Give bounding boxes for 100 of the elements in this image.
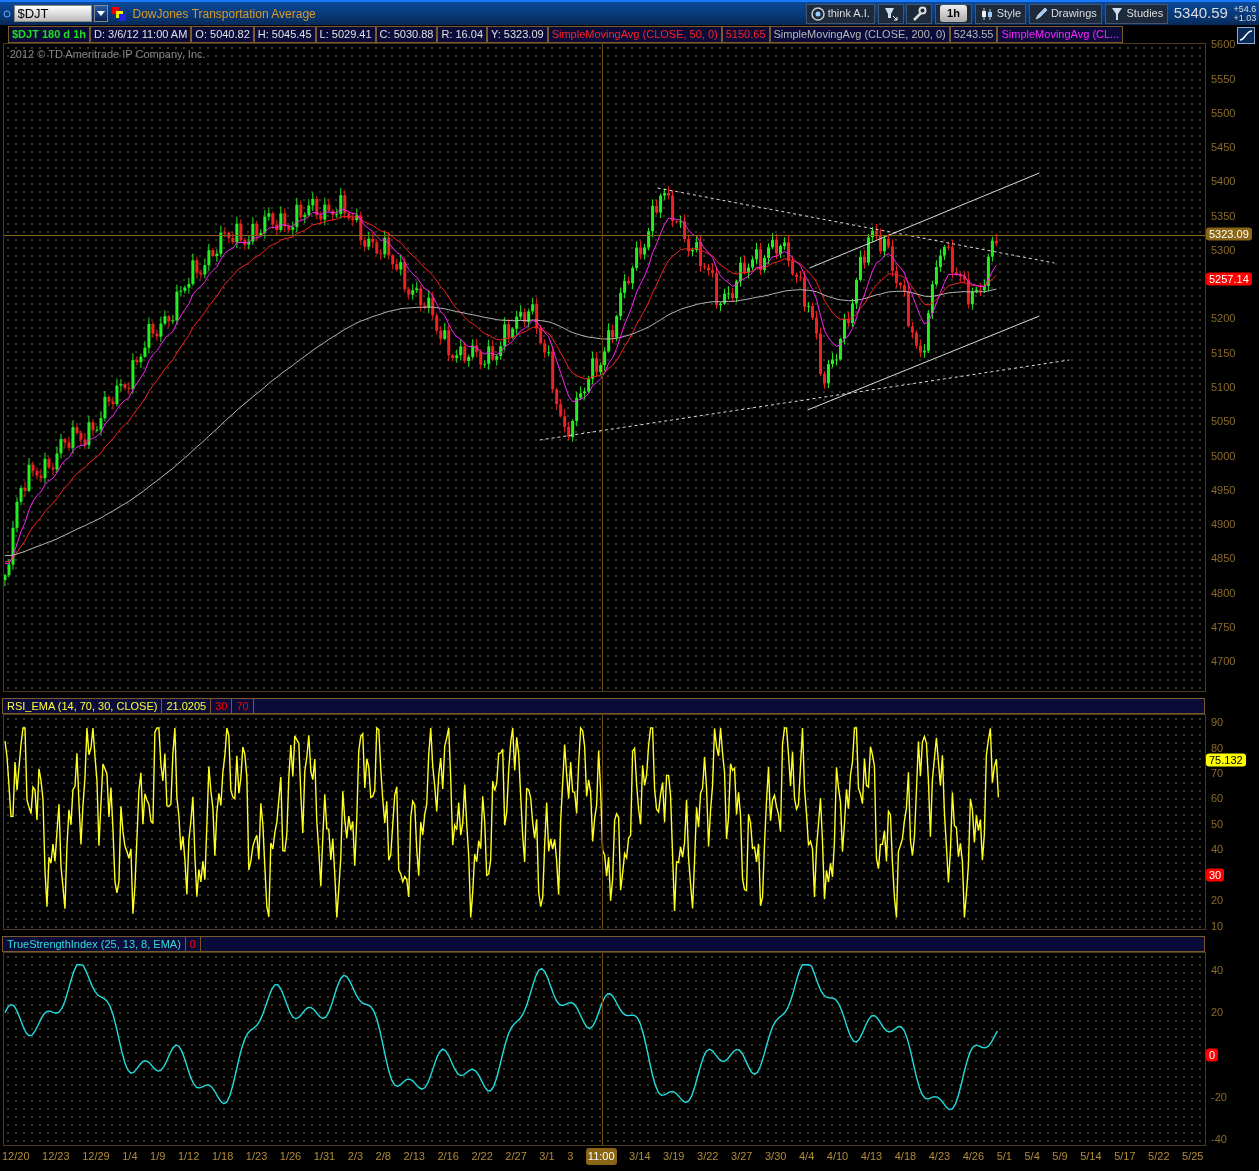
quote-value: H: 5045.45	[253, 26, 316, 43]
date-label: 2/16	[437, 1149, 459, 1165]
target-icon	[810, 6, 825, 21]
date-label: 4/10	[826, 1149, 849, 1165]
date-label: 4/4	[798, 1149, 815, 1165]
studies-button[interactable]: Studies	[1104, 3, 1169, 24]
chart-symbol-text: $DJT 180 d 1h	[8, 26, 90, 43]
axis-label: 70	[1211, 767, 1224, 779]
axis-label: 5450	[1211, 141, 1236, 154]
axis-label: 10	[1211, 919, 1224, 932]
study-value: 5243.55	[949, 26, 998, 43]
date-label: 3/14	[629, 1149, 651, 1165]
axis-label: 90	[1211, 716, 1224, 728]
crosshair-time-badge: 11:00	[585, 1148, 617, 1165]
date-label: 1/31	[313, 1149, 336, 1165]
axis-label: 5550	[1211, 72, 1236, 85]
level-value: 0	[185, 937, 201, 951]
axis-label: 4950	[1211, 483, 1236, 496]
description-text: DowJones Transportation Average	[132, 5, 316, 23]
axis-label: 80	[1211, 741, 1224, 754]
study-name: SimpleMovingAvg (CL...	[997, 26, 1124, 43]
study-name: RSI_EMA (14, 70, 30, CLOSE)	[3, 699, 163, 713]
study-value: 21.0205	[162, 699, 212, 713]
crosshair-value-badge: 5323.09	[1206, 227, 1252, 241]
date-label: 5/9	[1052, 1149, 1068, 1165]
dropdown-button[interactable]	[94, 5, 109, 22]
think-ai-button[interactable]: think A.I.	[805, 3, 875, 24]
date-label: 2/3	[347, 1149, 364, 1165]
date-label: 1/18	[211, 1149, 234, 1165]
axis-label: 5350	[1211, 209, 1236, 222]
date-label: 5/17	[1114, 1149, 1136, 1165]
axis-label: 4750	[1211, 620, 1236, 633]
circle-icon	[2, 9, 11, 18]
study-name: SimpleMovingAvg (CLOSE, 50, 0)	[547, 26, 722, 43]
quote-value: L: 5029.41	[315, 26, 376, 43]
axis-label: -40	[1211, 1133, 1227, 1146]
change-text: +54.6	[1233, 4, 1257, 14]
date-label: 3/22	[697, 1149, 719, 1165]
axis-label: 5300	[1211, 243, 1236, 256]
date-label: 2/22	[471, 1149, 493, 1165]
study-name: TrueStrengthIndex (25, 13, 8, EMA)	[3, 937, 186, 951]
axis-label: 60	[1211, 792, 1224, 805]
studies-icon-button[interactable]	[1237, 26, 1255, 43]
date-label: 3/30	[765, 1149, 787, 1165]
candlestick-icon	[979, 6, 994, 21]
axis-label: 4700	[1211, 655, 1236, 668]
level-badge: 0	[1206, 1048, 1219, 1062]
date-label: 3/1	[539, 1149, 555, 1165]
pencil-icon	[1033, 6, 1048, 21]
axis-label: 4850	[1211, 552, 1236, 565]
date-label: 1/26	[279, 1149, 302, 1165]
axis-label: 20	[1211, 894, 1224, 907]
last-price: 5340.59	[1173, 3, 1228, 24]
quote-value: O: 5040.82	[191, 26, 254, 43]
last-value-badge: 5257.14	[1206, 272, 1252, 286]
curve-icon	[1237, 26, 1255, 44]
axis-label: 5100	[1211, 381, 1236, 394]
drawings-button[interactable]: Drawings	[1028, 3, 1102, 24]
quote-value: C: 5030.88	[375, 26, 438, 43]
axis-label: 40	[1211, 964, 1224, 977]
date-label: 2/8	[375, 1149, 391, 1165]
axis-label: 20	[1211, 1006, 1224, 1019]
axis-label: 50	[1211, 817, 1224, 830]
change-percent-text: +1.03	[1233, 13, 1257, 23]
date-label: 2/13	[403, 1149, 425, 1165]
style-button[interactable]: Style	[974, 3, 1027, 24]
axis-label: 4800	[1211, 586, 1236, 599]
study-name: SimpleMovingAvg (CLOSE, 200, 0)	[769, 26, 950, 43]
date-label: 1/4	[122, 1149, 138, 1165]
date-label: 12/23	[42, 1149, 70, 1165]
date-label: 12/20	[2, 1149, 30, 1165]
date-label: 3/27	[731, 1149, 753, 1165]
axis-label: 5050	[1211, 415, 1236, 428]
colored-squares-icon	[111, 5, 127, 22]
quote-value: Y: 5323.09	[487, 26, 548, 43]
axis-label: 5500	[1211, 106, 1236, 119]
level-value: 30	[211, 699, 233, 713]
quote-value: D: 3/6/12 11:00 AM	[90, 26, 192, 43]
last-value-badge: 75.132	[1206, 753, 1246, 767]
level-badge: 30	[1206, 868, 1225, 882]
date-label: 4/23	[928, 1149, 951, 1165]
date-label: 2/27	[505, 1149, 527, 1165]
symbol-field[interactable]: $DJT	[13, 5, 92, 22]
date-label: 5/22	[1148, 1149, 1170, 1165]
date-label: 4/18	[894, 1149, 917, 1165]
date-label: 5/25	[1182, 1149, 1204, 1165]
axis-label: 5150	[1211, 346, 1236, 359]
quote-value: R: 16.04	[437, 26, 488, 43]
axis-label: 40	[1211, 843, 1224, 856]
tool-button[interactable]	[877, 3, 904, 24]
date-label: 1/23	[245, 1149, 268, 1165]
interval-button[interactable]: 1h	[935, 3, 972, 24]
date-label: 1/12	[177, 1149, 200, 1165]
tool-button[interactable]	[906, 3, 933, 24]
axis-label: 5200	[1211, 312, 1236, 325]
date-label: 12/29	[82, 1149, 110, 1165]
date-label: 5/14	[1080, 1149, 1102, 1165]
axis-label: 5400	[1211, 175, 1236, 188]
axis-label: 5600	[1211, 38, 1236, 51]
level-value: 70	[232, 699, 254, 713]
